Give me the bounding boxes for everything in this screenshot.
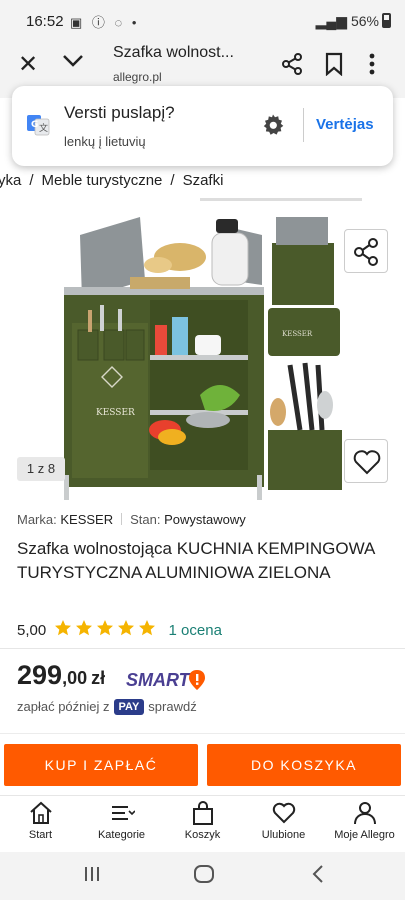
breadcrumb-item[interactable]: yka (0, 172, 21, 189)
heart-icon (272, 802, 295, 824)
gallery-counter: 1 z 8 (17, 457, 65, 481)
nav-label: Koszyk (184, 829, 221, 841)
product-gallery[interactable]: KESSER KESSER 1 z 8 (0, 205, 405, 500)
signal-icon: ▂▄▆ (315, 13, 348, 29)
pay-later: zapłać później z PAY sprawdź (17, 699, 197, 715)
more-options-icon[interactable] (368, 52, 376, 81)
svg-text:文: 文 (39, 122, 48, 134)
buy-now-button[interactable]: KUP I ZAPŁAĆ (4, 744, 198, 786)
menu-icon (111, 806, 135, 820)
star-icon (55, 620, 72, 636)
brand-value[interactable]: KESSER (60, 512, 113, 527)
brand-on-image: KESSER (96, 408, 135, 418)
star-icon (97, 620, 114, 636)
gear-icon[interactable] (261, 113, 285, 142)
divider (0, 648, 405, 649)
breadcrumb-separator: / (170, 172, 175, 189)
status-bar: 16:52 ▣ ⓘ ◌ • ▂▄▆ 56% (0, 0, 405, 44)
breadcrumb: yka / Meble turystyczne / Szafki (0, 172, 405, 194)
page-title[interactable]: Szafka wolnost... (113, 44, 234, 62)
price-decimal: ,00 (62, 668, 88, 688)
translate-button[interactable]: Vertėjas (316, 116, 374, 133)
pay-later-check-link[interactable]: sprawdź (148, 699, 196, 714)
breadcrumb-scrollbar (200, 198, 362, 201)
chevron-down-icon[interactable] (62, 54, 84, 73)
nav-item-my-allegro[interactable]: Moje Allegro (324, 800, 405, 841)
home-icon (29, 801, 52, 824)
meta-separator (121, 513, 123, 525)
bag-icon (192, 801, 213, 825)
nav-label: Kategorie (97, 829, 146, 841)
translate-title: Versti puslapį? (64, 103, 175, 122)
star-icon (76, 620, 93, 636)
pay-later-prefix: zapłać później z (17, 699, 110, 714)
home-button-icon[interactable] (193, 864, 215, 889)
rating-count-link[interactable]: 1 ocena (169, 622, 222, 639)
star-icon (118, 620, 135, 636)
share-icon (354, 238, 378, 266)
user-icon (353, 802, 376, 825)
translate-divider (303, 108, 304, 142)
star-icon (139, 620, 156, 636)
product-meta: Marka: KESSER Stan: Powystawowy (17, 512, 246, 527)
nav-label: Moje Allegro (334, 829, 395, 841)
breadcrumb-separator: / (29, 172, 34, 189)
nav-item-favorites[interactable]: Ulubione (243, 800, 324, 841)
close-icon[interactable]: ✕ (18, 50, 38, 79)
nav-item-categories[interactable]: Kategorie (81, 800, 162, 841)
nav-item-start[interactable]: Start (0, 800, 81, 841)
price-main: 299 (17, 660, 63, 690)
back-icon[interactable] (310, 864, 326, 889)
buy-bar: KUP I ZAPŁAĆ DO KOSZYKA (0, 733, 405, 793)
status-time: 16:52 (26, 13, 64, 30)
condition-value: Powystawowy (164, 512, 246, 527)
recent-apps-icon[interactable] (82, 864, 102, 889)
page-url[interactable]: allegro.pl (113, 70, 162, 84)
bookmark-icon[interactable] (324, 52, 344, 81)
breadcrumb-item[interactable]: Szafki (183, 172, 224, 189)
notification-icons: ▣ ⓘ ◌ • (70, 15, 140, 30)
smart-label[interactable]: SMART (126, 670, 190, 691)
add-to-cart-button[interactable]: DO KOSZYKA (207, 744, 401, 786)
product-title: Szafka wolnostojąca KUCHNIA KEMPINGOWA T… (17, 539, 375, 582)
heart-icon (353, 450, 381, 475)
pay-badge: PAY (113, 699, 145, 715)
svg-text:G: G (31, 120, 38, 130)
status-right: ▂▄▆ 56% (316, 13, 391, 30)
favorite-button[interactable] (344, 439, 388, 483)
nav-label: Ulubione (261, 829, 306, 841)
price: 299,00 zł (17, 660, 105, 691)
share-icon[interactable] (280, 52, 304, 81)
bottom-nav: Start Kategorie Koszyk Ulubione Moje All… (0, 795, 405, 847)
condition-label: Stan: (130, 512, 161, 527)
translate-languages: lenkų į lietuvių (64, 134, 146, 149)
brand-label: Marka: (17, 512, 57, 527)
smart-badge-icon (188, 669, 206, 691)
translate-popup: G文 Versti puslapį? lenkų į lietuvių Vert… (12, 86, 393, 166)
system-nav-bar (0, 852, 405, 900)
price-currency: zł (91, 668, 106, 688)
breadcrumb-item[interactable]: Meble turystyczne (42, 172, 163, 189)
share-button[interactable] (344, 229, 388, 273)
rating-value: 5,00 (17, 622, 47, 639)
battery-icon (382, 13, 391, 28)
google-translate-icon: G文 (26, 113, 50, 137)
nav-label: Start (28, 829, 53, 841)
svg-text:KESSER: KESSER (282, 330, 313, 338)
rating: 5,00 1 ocena (17, 619, 222, 641)
rating-stars (54, 619, 158, 641)
nav-item-cart[interactable]: Koszyk (162, 800, 243, 841)
battery-text: 56% (350, 13, 379, 29)
